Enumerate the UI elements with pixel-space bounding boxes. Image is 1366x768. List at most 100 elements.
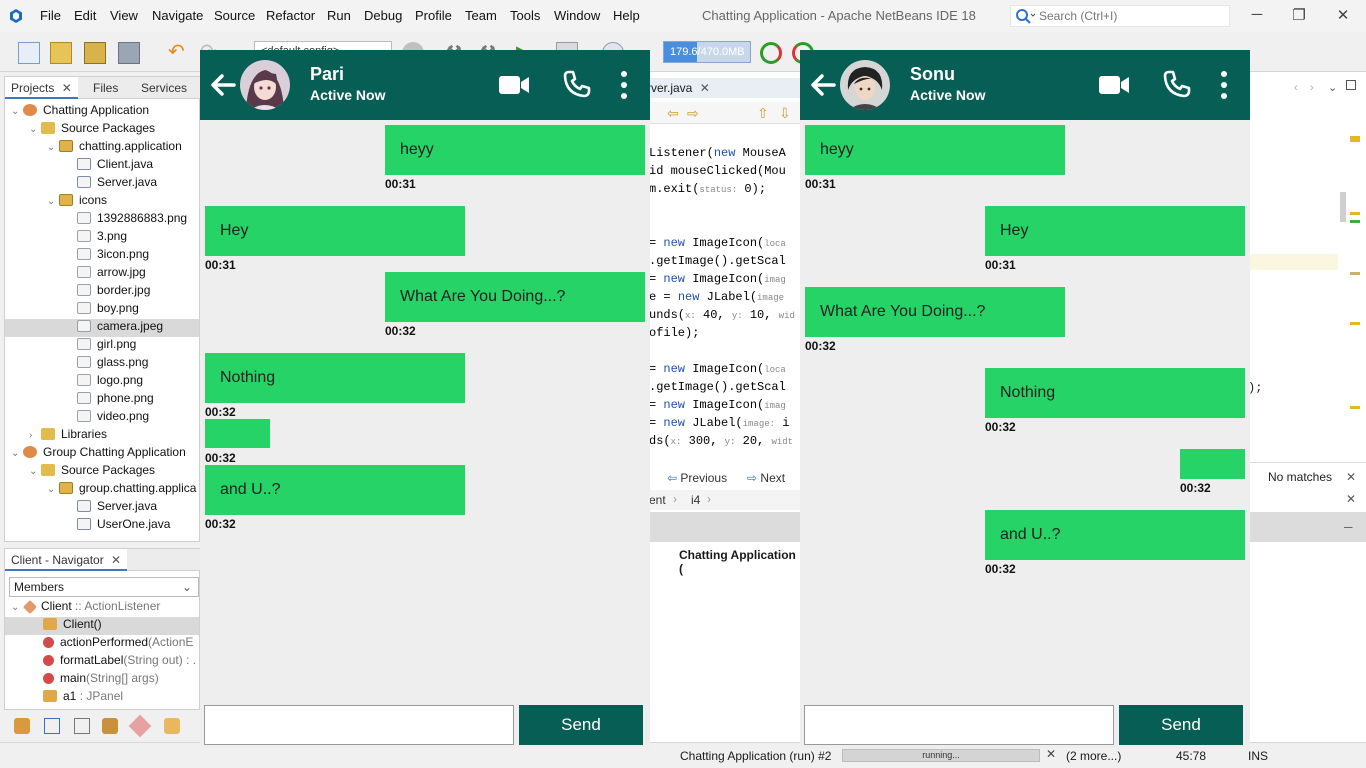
tree-item[interactable]: ⌄ Chatting Application xyxy=(5,103,199,121)
menu-source[interactable]: Source xyxy=(214,8,255,23)
error-stripe-mark[interactable] xyxy=(1350,212,1360,215)
chevron-down-icon[interactable]: ⌄ xyxy=(11,106,23,117)
code-line[interactable]: = new ImageIcon(loca xyxy=(649,236,803,254)
chevron-down-icon[interactable]: ⌄ xyxy=(47,196,59,207)
code-line[interactable]: = new ImageIcon(imag xyxy=(649,272,803,290)
output-tab[interactable]: Chatting Application ( xyxy=(647,544,801,576)
tree-item[interactable]: Server.java xyxy=(5,175,199,193)
code-line[interactable]: Listener(new MouseA xyxy=(649,146,803,164)
menu-tools[interactable]: Tools xyxy=(510,8,540,23)
error-stripe-mark[interactable] xyxy=(1350,272,1360,275)
menu-window[interactable]: Window xyxy=(554,8,600,23)
back-arrow-icon[interactable] xyxy=(208,70,238,100)
filter-nonpublic-icon[interactable] xyxy=(102,718,118,734)
minimize-output-icon[interactable]: ─ xyxy=(1344,520,1353,534)
chevron-down-icon[interactable]: ⌄ xyxy=(47,142,59,153)
filter-static-icon[interactable] xyxy=(74,718,90,734)
menu-refactor[interactable]: Refactor xyxy=(266,8,315,23)
editor-tab[interactable]: rver.java ✕ xyxy=(647,78,801,98)
tree-item[interactable]: border.jpg xyxy=(5,283,199,301)
documents-dropdown-icon[interactable]: ⌄ xyxy=(1328,81,1337,94)
code-line[interactable]: ds(x: 300, y: 20, widt xyxy=(649,434,803,452)
error-stripe-mark[interactable] xyxy=(1350,220,1360,223)
close-tab-icon[interactable]: ✕ xyxy=(111,553,121,567)
close-breadcrumb-icon[interactable]: ✕ xyxy=(1346,492,1356,506)
error-stripe-mark[interactable] xyxy=(1350,136,1360,142)
navigator-item[interactable]: formatLabel(String out) : . xyxy=(5,653,199,671)
gc-icon[interactable] xyxy=(760,42,782,64)
move-down-icon[interactable]: ⇩ xyxy=(779,105,791,122)
more-options-icon[interactable] xyxy=(618,70,630,100)
chevron-down-icon[interactable]: ⌄ xyxy=(11,602,23,613)
avatar[interactable] xyxy=(240,60,290,110)
message-input[interactable] xyxy=(204,705,514,745)
new-file-icon[interactable] xyxy=(18,42,40,64)
menu-help[interactable]: Help xyxy=(613,8,640,23)
navigator-item[interactable]: a1 : JPanel xyxy=(5,689,199,707)
tree-item[interactable]: ⌄ Source Packages xyxy=(5,121,199,139)
avatar[interactable] xyxy=(840,60,890,110)
chevron-down-icon[interactable]: ⌄ xyxy=(11,448,23,459)
navigator-item[interactable]: actionPerformed(ActionE xyxy=(5,635,199,653)
menu-profile[interactable]: Profile xyxy=(415,8,452,23)
close-tab-icon[interactable]: ✕ xyxy=(700,81,710,95)
navigator-item[interactable]: Client() xyxy=(5,617,199,635)
more-tasks-link[interactable]: (2 more...) xyxy=(1066,749,1121,763)
tree-item[interactable]: UserOne.java xyxy=(5,517,199,535)
breadcrumb-class[interactable]: ent xyxy=(649,493,666,507)
restore-icon[interactable]: ❐ xyxy=(1284,6,1314,26)
more-options-icon[interactable] xyxy=(1218,70,1230,100)
chevron-down-icon[interactable]: ⌄ xyxy=(29,124,41,135)
phone-call-icon[interactable] xyxy=(562,69,592,99)
navigator-item[interactable]: main(String[] args) xyxy=(5,671,199,689)
save-all-icon[interactable] xyxy=(118,42,140,64)
message-list[interactable]: heyy 00:31 Hey 00:31 What Are You Doing.… xyxy=(204,122,646,694)
menu-navigate[interactable]: Navigate xyxy=(152,8,203,23)
tree-item[interactable]: 3.png xyxy=(5,229,199,247)
tree-item[interactable]: ⌄ chatting.application xyxy=(5,139,199,157)
error-stripe-mark[interactable] xyxy=(1350,406,1360,409)
code-line[interactable]: m.exit(status: 0); xyxy=(649,182,803,200)
tree-item[interactable]: ⌄ Group Chatting Application xyxy=(5,445,199,463)
code-line[interactable]: = new ImageIcon(loca xyxy=(649,362,803,380)
breadcrumb-member[interactable]: i4 xyxy=(691,493,700,507)
back-arrow-icon[interactable] xyxy=(808,70,838,100)
code-line[interactable] xyxy=(649,200,803,218)
tree-item[interactable]: 3icon.png xyxy=(5,247,199,265)
phone-call-icon[interactable] xyxy=(1162,69,1192,99)
find-previous-button[interactable]: ⇦ Previous xyxy=(667,471,727,485)
chevron-down-icon[interactable]: ⌄ xyxy=(47,484,59,495)
code-line[interactable]: = new ImageIcon(imag xyxy=(649,398,803,416)
editor-scrollbar[interactable] xyxy=(1340,192,1346,222)
code-line[interactable] xyxy=(649,344,803,362)
tree-item[interactable]: video.png xyxy=(5,409,199,427)
code-line[interactable]: = new JLabel(image: i xyxy=(649,416,803,434)
tree-item[interactable]: ⌄ group.chatting.applica xyxy=(5,481,199,499)
search-input[interactable]: Search (Ctrl+I) xyxy=(1010,5,1230,27)
close-window-icon[interactable]: ✕ xyxy=(1328,6,1358,26)
error-stripe-mark[interactable] xyxy=(1350,322,1360,325)
video-call-icon[interactable] xyxy=(1098,74,1130,96)
chevron-down-icon[interactable]: ⌄ xyxy=(29,466,41,477)
tree-item[interactable]: glass.png xyxy=(5,355,199,373)
tree-item[interactable]: phone.png xyxy=(5,391,199,409)
tab-services[interactable]: Services xyxy=(135,77,193,99)
minimize-icon[interactable]: ─ xyxy=(1242,6,1272,26)
find-next-button[interactable]: ⇨ Next xyxy=(747,471,785,485)
close-find-icon[interactable]: ✕ xyxy=(1346,470,1356,484)
code-line[interactable]: .getImage().getScal xyxy=(649,380,803,398)
code-lines[interactable]: Listener(new MouseA id mouseClicked(Mou m.… xyxy=(647,146,801,452)
filter-inherited-icon[interactable] xyxy=(14,718,30,734)
scroll-right-icon[interactable]: › xyxy=(1310,82,1314,94)
tree-item[interactable]: 1392886883.png xyxy=(5,211,199,229)
filter-inner-icon[interactable] xyxy=(128,714,152,738)
menu-file[interactable]: File xyxy=(40,8,61,23)
tree-item[interactable]: Server.java xyxy=(5,499,199,517)
scroll-left-icon[interactable]: ‹ xyxy=(1294,82,1298,94)
code-line[interactable]: unds(x: 40, y: 10, wid xyxy=(649,308,803,326)
code-line[interactable] xyxy=(649,218,803,236)
members-select[interactable]: Members ⌄ xyxy=(9,577,199,597)
menu-debug[interactable]: Debug xyxy=(364,8,402,23)
tree-item[interactable]: arrow.jpg xyxy=(5,265,199,283)
tab-navigator[interactable]: Client - Navigator ✕ xyxy=(5,549,128,571)
